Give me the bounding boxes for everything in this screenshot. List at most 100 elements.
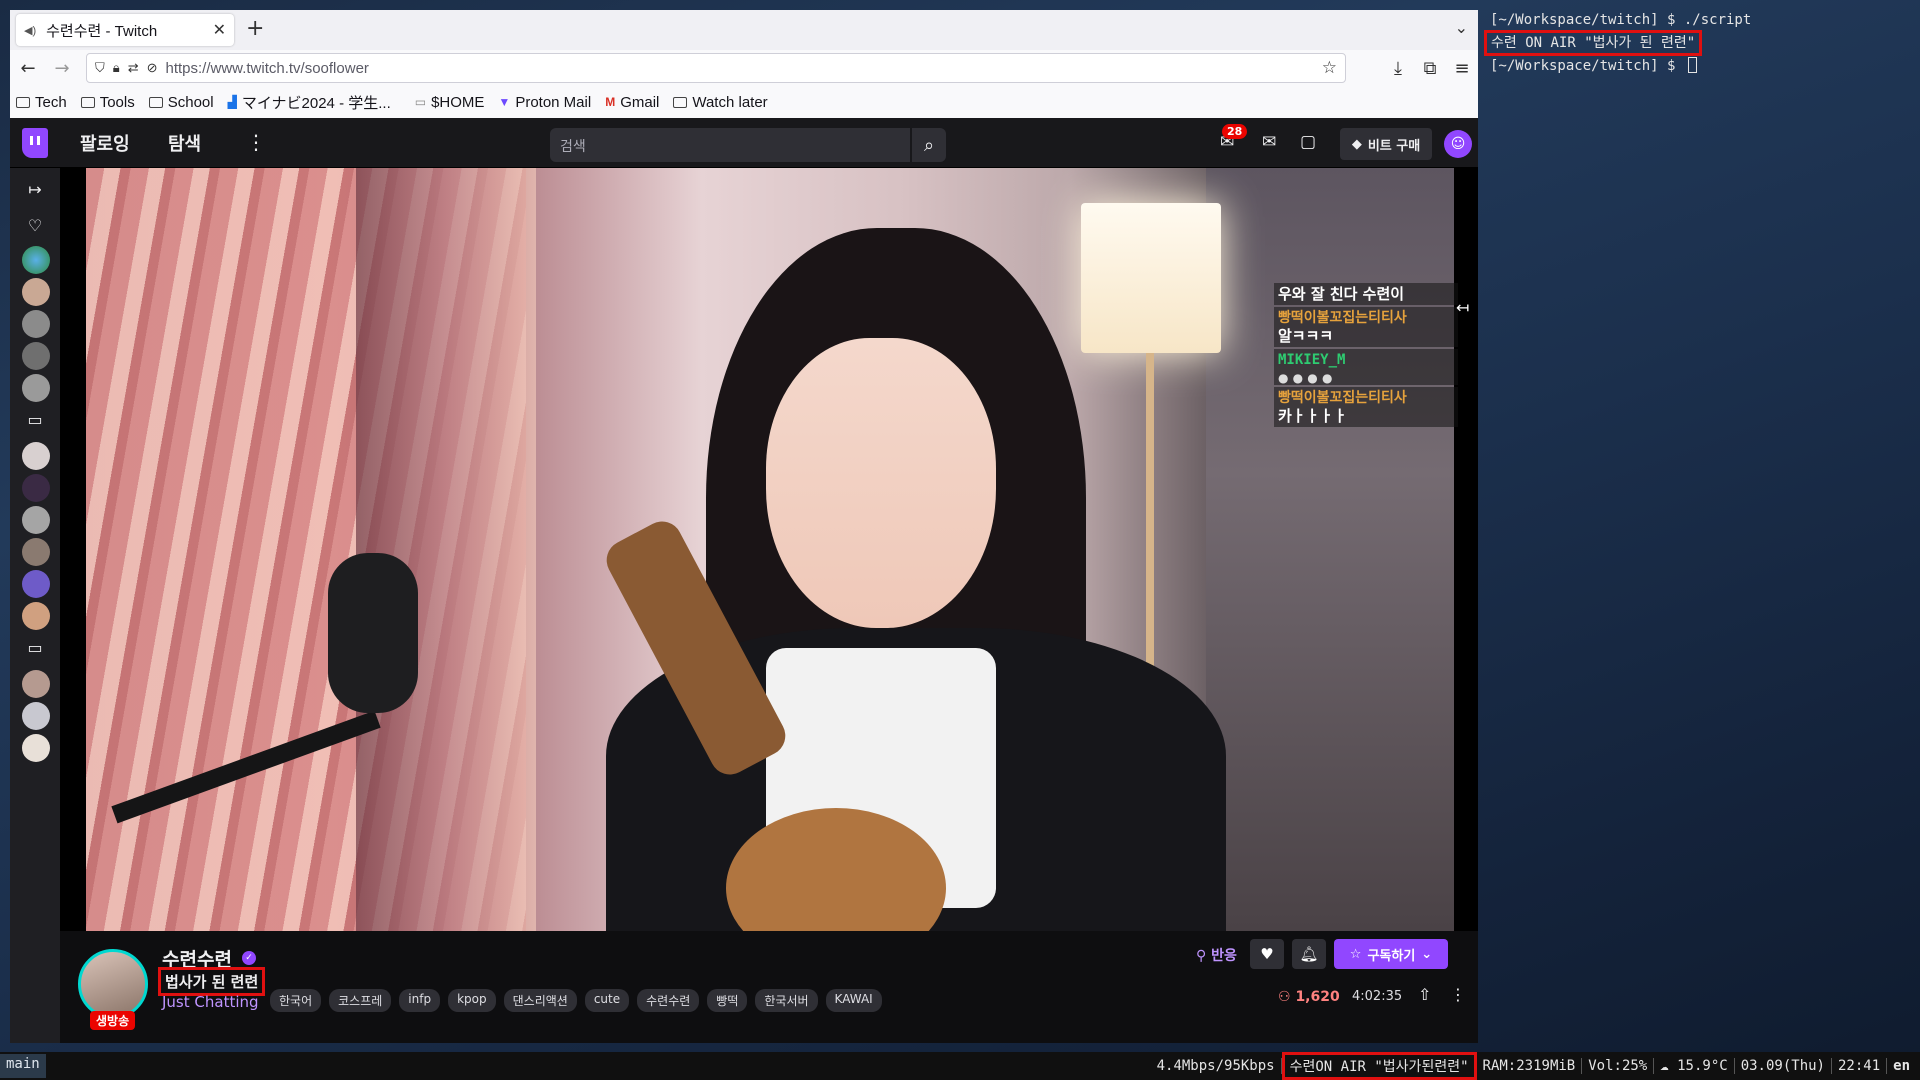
whispers-icon[interactable]: ▢: [1300, 132, 1316, 152]
tab-title: 수련수련 - Twitch: [46, 22, 158, 40]
channel-avatar[interactable]: [22, 278, 50, 306]
live-badge: 생방송: [90, 1011, 136, 1030]
channel-avatar[interactable]: [22, 602, 50, 630]
ram-usage: RAM:2319MiB: [1477, 1058, 1583, 1074]
tag[interactable]: 한국서버: [755, 989, 818, 1012]
expand-sidebar-icon[interactable]: ↦: [24, 180, 46, 199]
tag[interactable]: infp: [399, 989, 441, 1012]
shield-icon[interactable]: ⛉: [95, 60, 105, 76]
twitch-logo-icon[interactable]: [22, 128, 48, 158]
bookmark-tech[interactable]: Tech: [16, 94, 67, 111]
more-menu-icon[interactable]: ⋮: [246, 130, 266, 154]
chevron-down-icon: ⌄: [1421, 946, 1433, 962]
nav-browse[interactable]: 탐색: [168, 130, 201, 156]
tag[interactable]: 수련수련: [637, 989, 700, 1012]
chart-icon: ▟: [227, 95, 237, 109]
collapse-chat-icon[interactable]: ↤: [1456, 298, 1469, 317]
tag[interactable]: cute: [584, 989, 630, 1012]
channel-avatar[interactable]: [78, 949, 148, 1019]
bookmark-tools[interactable]: Tools: [80, 94, 135, 111]
bookmark-star-icon[interactable]: ☆: [1322, 58, 1337, 78]
close-tab-icon[interactable]: ✕: [213, 20, 226, 40]
tab-twitch[interactable]: ◀) 수련수련 - Twitch ✕: [16, 14, 234, 46]
search-input[interactable]: 검색: [550, 128, 910, 162]
tag[interactable]: kpop: [448, 989, 496, 1012]
date: 03.09(Thu): [1735, 1058, 1832, 1074]
buy-bits-button[interactable]: ◆ 비트 구매: [1340, 128, 1432, 160]
menu-icon[interactable]: ≡: [1446, 52, 1478, 84]
extensions-icon[interactable]: ⧉: [1414, 52, 1446, 84]
bookmark-gmail[interactable]: M Gmail: [605, 94, 659, 111]
weather: ☁ 15.9°C: [1654, 1058, 1735, 1074]
new-tab-button[interactable]: +: [246, 16, 264, 41]
cloud-icon: ☁: [1660, 1058, 1678, 1074]
bookmark-protonmail[interactable]: ▼ Proton Mail: [498, 94, 591, 111]
folder-icon: [148, 96, 163, 108]
tag[interactable]: 빵떡: [707, 989, 748, 1012]
terminal-prompt: [~/Workspace/twitch] $: [1490, 58, 1684, 74]
tag[interactable]: 코스프레: [329, 989, 392, 1012]
category-link[interactable]: Just Chatting: [162, 993, 259, 1011]
tag[interactable]: 댄스리액션: [503, 989, 577, 1012]
speaker-icon: ◀): [24, 24, 37, 37]
video-scene-microphone: [328, 553, 418, 713]
bookmark-home[interactable]: ▭ $HOME: [415, 94, 485, 111]
tab-list-chevron-icon[interactable]: ⌄: [1455, 18, 1468, 37]
channel-avatar[interactable]: [22, 670, 50, 698]
downloads-icon[interactable]: ⤓: [1382, 52, 1414, 84]
tag[interactable]: KAWAI: [825, 989, 882, 1012]
permissions-icon[interactable]: ⇄: [128, 60, 139, 76]
bits-icon: ◆: [1351, 136, 1362, 152]
channel-avatar[interactable]: [22, 734, 50, 762]
forward-button[interactable]: →: [46, 52, 78, 84]
bookmark-watch-later[interactable]: Watch later: [673, 94, 768, 111]
channel-avatar[interactable]: [22, 570, 50, 598]
channel-avatar[interactable]: [22, 474, 50, 502]
channel-avatar[interactable]: [22, 506, 50, 534]
react-button[interactable]: ⚲ 반응: [1196, 945, 1237, 965]
toolbar-right: ⤓ ⧉ ≡: [1382, 50, 1478, 86]
video-player[interactable]: [60, 168, 1478, 931]
workspace-indicator[interactable]: main: [0, 1054, 46, 1078]
notification-bell-button[interactable]: 🔔︎: [1292, 939, 1326, 969]
tracking-icon[interactable]: ⊘: [147, 60, 158, 76]
video-camera-icon: ▭: [27, 638, 43, 657]
user-avatar[interactable]: ☺: [1444, 130, 1472, 158]
lock-icon[interactable]: 🔒︎: [113, 60, 120, 76]
nav-following[interactable]: 팔로잉: [80, 130, 130, 156]
star-icon: ☆: [1349, 946, 1362, 962]
volume[interactable]: Vol:25%: [1582, 1058, 1655, 1074]
more-options-icon[interactable]: ⋮: [1450, 985, 1466, 1004]
channel-avatar[interactable]: [22, 442, 50, 470]
stream-video-frame: [86, 168, 1454, 931]
channel-avatar[interactable]: [22, 310, 50, 338]
terminal[interactable]: [~/Workspace/twitch] $ ./script 수련 ON AI…: [1480, 10, 1920, 1050]
inbox-icon[interactable]: ✉: [1262, 132, 1276, 152]
search-icon[interactable]: ⌕: [912, 128, 946, 162]
url-bar[interactable]: ⛉ 🔒︎ ⇄ ⊘ https://www.twitch.tv/sooflower…: [86, 53, 1346, 83]
terminal-line-command: [~/Workspace/twitch] $ ./script: [1490, 12, 1752, 28]
video-scene-streamer-face: [766, 338, 996, 628]
bookmark-mynavi[interactable]: ▟ マイナビ2024 - 学生...: [228, 92, 391, 113]
keyboard-language[interactable]: en: [1887, 1058, 1916, 1074]
emote-row: ● ● ● ●: [1278, 371, 1333, 385]
onair-status: 수련ON AIR "법사가된련련": [1281, 1052, 1477, 1080]
channel-avatar[interactable]: [22, 342, 50, 370]
clock: 22:41: [1832, 1058, 1888, 1074]
twitch-page: 팔로잉 탐색 ⋮ 검색 ⌕ ✉ 28 ✉ ▢ ◆ 비트 구매 ☺ ↦ ♡ ▭ ▭…: [10, 118, 1478, 1043]
channel-avatar[interactable]: [22, 538, 50, 566]
bookmarks-bar: Tech Tools School ▟ マイナビ2024 - 学生... ▭ $HO…: [10, 86, 1478, 118]
subscribe-button[interactable]: ☆ 구독하기 ⌄: [1334, 939, 1448, 969]
share-icon[interactable]: ⇧: [1418, 985, 1431, 1004]
tag[interactable]: 한국어: [270, 989, 322, 1012]
channel-info: 생방송 수련수련 ✓ 법사가 된 련련 Just Chatting 한국어 코스…: [60, 931, 1478, 1043]
tag-list: 한국어 코스프레 infp kpop 댄스리액션 cute 수련수련 빵떡 한국…: [270, 989, 890, 1012]
back-button[interactable]: ←: [12, 52, 44, 84]
channel-avatar[interactable]: [22, 246, 50, 274]
bookmark-school[interactable]: School: [148, 94, 214, 111]
follow-heart-button[interactable]: ♥: [1250, 939, 1284, 969]
channel-avatar[interactable]: [22, 702, 50, 730]
person-icon: ⚲: [1196, 948, 1212, 964]
chat-message: 빵떡이볼꼬집는티티사 카ㅏㅏㅏㅏ: [1274, 387, 1458, 427]
channel-avatar[interactable]: [22, 374, 50, 402]
